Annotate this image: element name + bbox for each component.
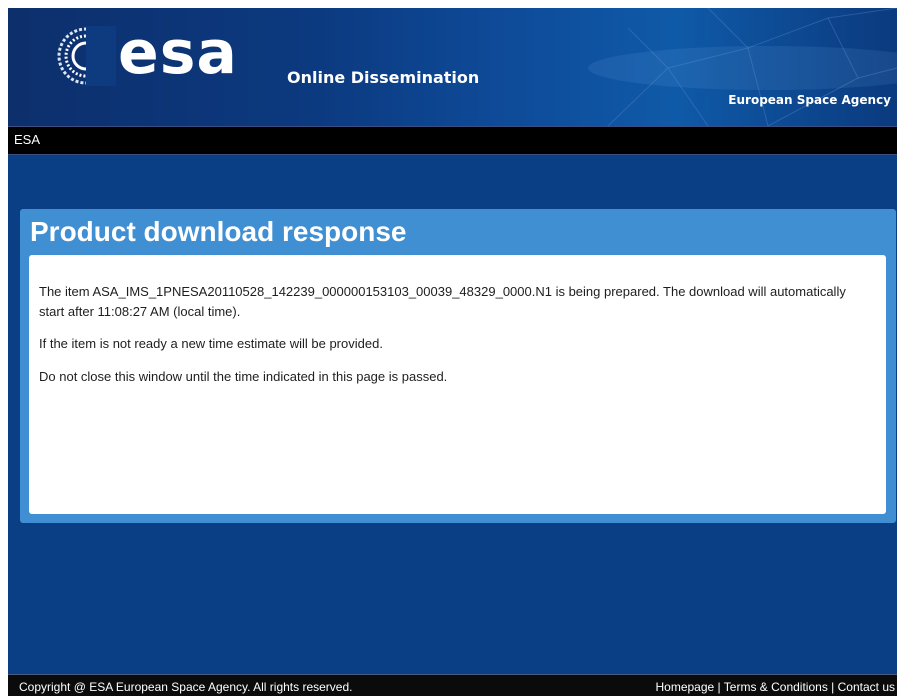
terms-link[interactable]: Terms & Conditions	[724, 680, 828, 694]
agency-name: European Space Agency	[728, 93, 891, 107]
site-footer: Copyright @ ESA European Space Agency. A…	[8, 674, 897, 696]
footer-separator: |	[714, 680, 724, 694]
panel-body: The item ASA_IMS_1PNESA20110528_142239_0…	[29, 255, 886, 514]
footer-separator: |	[827, 680, 838, 694]
site-header: esa Online Dissemination European Space …	[8, 8, 897, 126]
response-panel: Product download response The item ASA_I…	[20, 209, 896, 523]
esa-logo-text: esa	[118, 18, 238, 88]
navbar: ESA	[8, 126, 897, 155]
page: esa Online Dissemination European Space …	[8, 8, 897, 696]
esa-logo-icon	[57, 26, 116, 86]
homepage-link[interactable]: Homepage	[655, 680, 714, 694]
nav-label: ESA	[14, 132, 41, 147]
status-message: The item ASA_IMS_1PNESA20110528_142239_0…	[39, 284, 846, 319]
panel-title: Product download response	[30, 216, 407, 247]
estimate-note: If the item is not ready a new time esti…	[39, 336, 383, 351]
footer-links: Homepage | Terms & Conditions | Contact …	[655, 679, 895, 695]
contact-link[interactable]: Contact us	[838, 680, 895, 694]
warning-note: Do not close this window until the time …	[39, 368, 448, 384]
site-subtitle: Online Dissemination	[287, 68, 480, 87]
copyright-text: Copyright @ ESA European Space Agency. A…	[19, 680, 353, 694]
